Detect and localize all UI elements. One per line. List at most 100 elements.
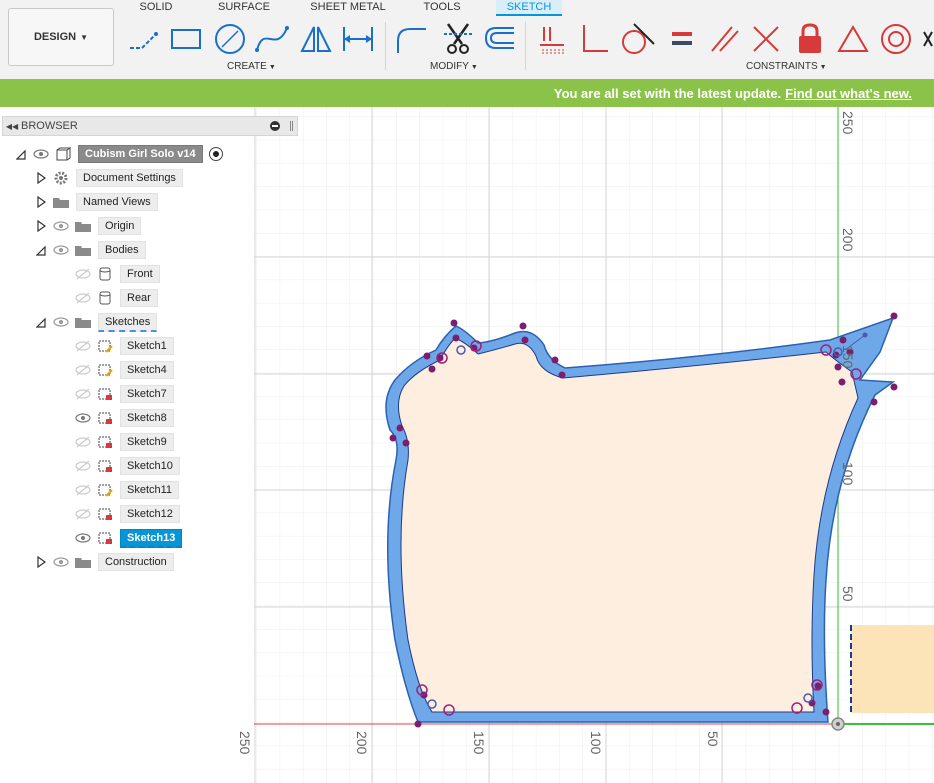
hidden-eye-icon[interactable] (74, 292, 92, 304)
panel-grip-icon[interactable] (290, 121, 293, 131)
tab-tools[interactable]: TOOLS (418, 0, 466, 16)
hidden-eye-icon[interactable] (74, 508, 92, 520)
collapsed-triangle-icon[interactable] (36, 556, 46, 568)
hidden-eye-icon[interactable] (74, 460, 92, 472)
tree-node-sketch8[interactable]: Sketch8 (74, 408, 174, 428)
tab-sketch[interactable]: SKETCH (496, 0, 562, 16)
perpendicular-icon[interactable] (578, 22, 610, 56)
visibility-eye-icon[interactable] (74, 412, 92, 424)
collapsed-triangle-icon[interactable] (36, 220, 46, 232)
circle-icon[interactable] (212, 22, 248, 56)
hidden-eye-icon[interactable] (74, 484, 92, 496)
x-axis-label: 100 (588, 731, 604, 755)
visibility-eye-icon[interactable] (52, 220, 70, 232)
hidden-eye-icon[interactable] (74, 340, 92, 352)
workspace-label: DESIGN (33, 31, 77, 43)
update-message: You are all set with the latest update. (553, 85, 782, 101)
hidden-eye-icon[interactable] (74, 364, 92, 376)
x-axis-label: 200 (354, 731, 370, 755)
visibility-eye-icon[interactable] (52, 316, 70, 328)
locked-sketch-icon (98, 460, 112, 472)
triangle-icon[interactable] (836, 22, 870, 56)
hidden-eye-icon[interactable] (74, 268, 92, 280)
visibility-eye-icon[interactable] (74, 532, 92, 544)
tree-node-bodies[interactable]: Bodies (36, 240, 146, 260)
tree-node-sketch7[interactable]: Sketch7 (74, 384, 174, 404)
chevron-down-icon: ▼ (80, 32, 89, 42)
expanded-triangle-icon[interactable] (36, 244, 46, 256)
tree-node-sketches[interactable]: Sketches (36, 312, 158, 332)
tree-node-sketch9[interactable]: Sketch9 (74, 432, 174, 452)
tree-node-label: Sketch11 (120, 481, 180, 499)
tree-node-sketch10[interactable]: Sketch10 (74, 456, 180, 476)
tree-node-sketch13[interactable]: Sketch13 (74, 528, 183, 548)
expanded-triangle-icon[interactable] (16, 148, 26, 160)
sketch-icon (98, 484, 113, 497)
component-icon (56, 147, 72, 161)
tree-node-label: Sketch8 (120, 409, 174, 427)
spline-icon[interactable] (254, 22, 290, 56)
tree-node-rear[interactable]: Rear (74, 288, 158, 308)
tree-node-label: Rear (120, 289, 158, 307)
visibility-eye-icon[interactable] (32, 148, 50, 160)
create-menu[interactable]: CREATE ▼ (227, 61, 276, 72)
collapse-panel-icon[interactable]: ◀◀ (3, 122, 21, 131)
modify-menu[interactable]: MODIFY ▼ (430, 61, 478, 72)
equal-icon[interactable] (666, 22, 698, 56)
root-label: Cubism Girl Solo v14 (78, 145, 203, 163)
more-icon[interactable] (920, 22, 934, 56)
expanded-triangle-icon[interactable] (36, 316, 46, 328)
line-icon[interactable] (126, 22, 162, 56)
offset-icon[interactable] (482, 22, 518, 56)
tangent-icon[interactable] (620, 22, 656, 56)
tree-node-label: Sketch7 (120, 385, 174, 403)
hidden-eye-icon[interactable] (74, 436, 92, 448)
tree-node-named-views[interactable]: Named Views (36, 192, 158, 212)
toolbar-separator (525, 22, 526, 70)
coincident-icon[interactable] (536, 22, 568, 56)
collapsed-triangle-icon[interactable] (36, 172, 46, 184)
whats-new-link[interactable]: Find out what's new. (785, 86, 912, 101)
y-axis-label: 50 (840, 586, 856, 602)
constraints-menu[interactable]: CONSTRAINTS ▼ (746, 61, 827, 72)
browser-root-node[interactable]: Cubism Girl Solo v14 (16, 144, 223, 164)
tree-node-construction[interactable]: Construction (36, 552, 174, 572)
parallel-icon[interactable] (708, 22, 740, 56)
concentric-icon[interactable] (878, 22, 914, 56)
hidden-eye-icon[interactable] (74, 388, 92, 400)
tree-node-origin[interactable]: Origin (36, 216, 142, 236)
tree-node-label: Sketch13 (120, 528, 183, 548)
tree-node-label: Origin (98, 217, 142, 235)
tree-node-label: Document Settings (76, 169, 183, 187)
sketch-profile-fill[interactable] (398, 337, 859, 713)
mirror-icon[interactable] (298, 22, 334, 56)
folder-icon (75, 318, 91, 328)
tab-solid[interactable]: SOLID (134, 0, 178, 16)
tree-node-label: Sketch9 (120, 433, 174, 451)
tree-node-sketch12[interactable]: Sketch12 (74, 504, 180, 524)
tree-node-front[interactable]: Front (74, 264, 160, 284)
fillet-icon[interactable] (394, 22, 430, 56)
workspace-design-button[interactable]: DESIGN ▼ (8, 8, 114, 66)
tree-node-sketch11[interactable]: Sketch11 (74, 480, 180, 500)
collapsed-triangle-icon[interactable] (36, 196, 46, 208)
collinear-icon[interactable] (750, 22, 782, 56)
tree-node-sketch1[interactable]: Sketch1 (74, 336, 174, 356)
dimension-icon[interactable] (340, 22, 376, 56)
rectangle-icon[interactable] (168, 22, 204, 56)
x-axis-label: 50 (705, 731, 721, 747)
minimize-icon[interactable] (270, 121, 280, 131)
tree-node-document-settings[interactable]: Document Settings (36, 168, 183, 188)
visibility-eye-icon[interactable] (52, 556, 70, 568)
fix-icon[interactable] (794, 22, 826, 56)
tab-sheet-metal[interactable]: SHEET METAL (308, 0, 388, 16)
folder-icon (75, 558, 91, 568)
locked-sketch-icon (98, 508, 112, 520)
toolbar: DESIGN ▼ SOLID SURFACE SHEET METAL TOOLS… (0, 0, 934, 79)
activate-radio-icon[interactable] (208, 147, 223, 161)
tree-node-sketch4[interactable]: Sketch4 (74, 360, 174, 380)
visibility-eye-icon[interactable] (52, 244, 70, 256)
tree-node-label: Sketch4 (120, 361, 174, 379)
tab-surface[interactable]: SURFACE (213, 0, 275, 16)
trim-icon[interactable] (440, 22, 476, 56)
